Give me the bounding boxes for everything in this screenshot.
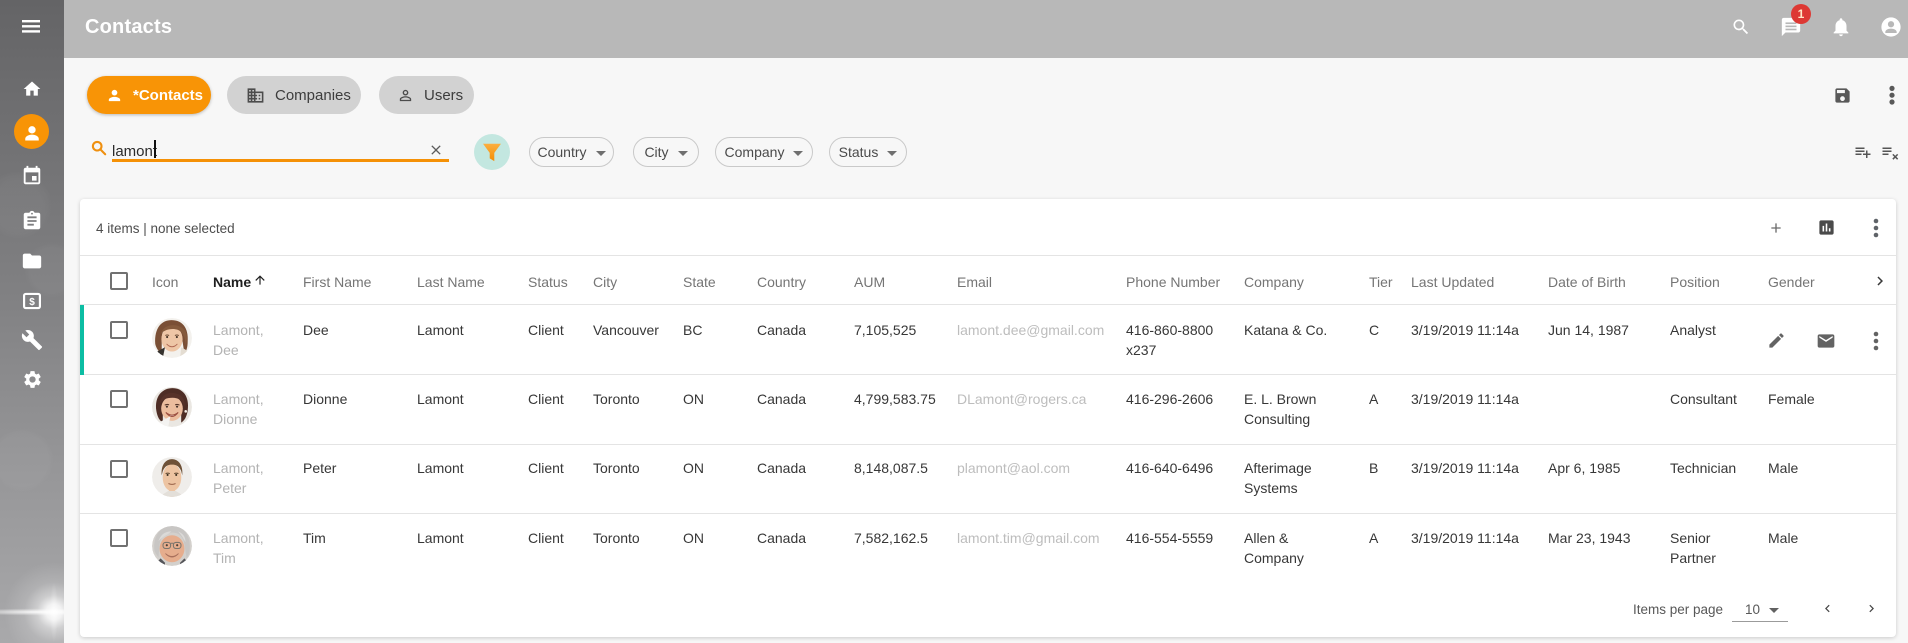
svg-text:$: $ <box>29 297 35 308</box>
